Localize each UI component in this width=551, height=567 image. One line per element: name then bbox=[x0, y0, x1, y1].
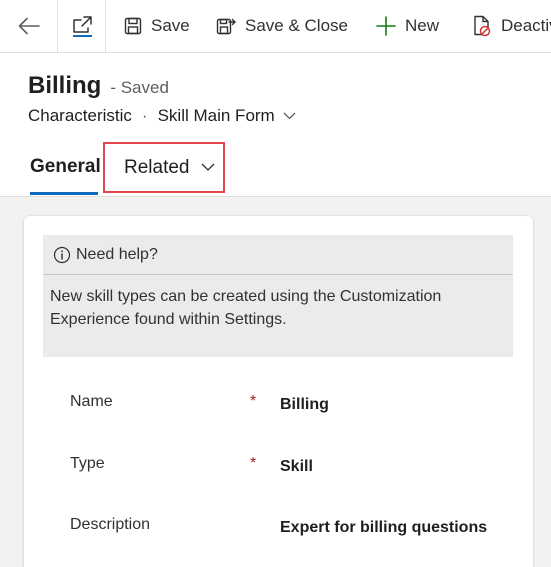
tab-related-label: Related bbox=[124, 156, 190, 178]
field-label: Description bbox=[70, 516, 151, 533]
popout-icon bbox=[72, 16, 92, 37]
required-indicator: * bbox=[250, 393, 257, 410]
save-close-icon bbox=[216, 18, 236, 35]
back-button[interactable] bbox=[0, 0, 57, 52]
tab-list: General Related bbox=[0, 142, 551, 197]
field-description: Description Expert for billing questions bbox=[70, 516, 530, 546]
help-header: Need help? bbox=[43, 235, 513, 275]
field-label: Type bbox=[70, 455, 105, 472]
type-value[interactable]: Skill bbox=[280, 458, 313, 476]
field-label: Name bbox=[70, 393, 113, 410]
tab-general[interactable]: General bbox=[30, 156, 101, 178]
command-bar: Save Save & Close New Deactivate bbox=[0, 0, 551, 53]
help-panel: Need help? New skill types can be create… bbox=[43, 235, 513, 357]
save-and-close-button[interactable]: Save & Close bbox=[216, 0, 348, 52]
entity-name: Characteristic bbox=[28, 106, 132, 125]
new-button[interactable]: New bbox=[376, 0, 439, 52]
help-title: Need help? bbox=[76, 245, 158, 263]
form-selector[interactable]: Skill Main Form bbox=[158, 106, 296, 126]
help-text: New skill types can be created using the… bbox=[50, 288, 442, 328]
record-subheader: Characteristic · Skill Main Form bbox=[28, 106, 296, 126]
info-icon bbox=[53, 246, 71, 263]
field-name: Name * Billing bbox=[70, 393, 530, 423]
form-name: Skill Main Form bbox=[157, 106, 275, 125]
save-icon bbox=[124, 17, 142, 35]
record-title: Billing bbox=[28, 72, 102, 99]
arrow-left-icon bbox=[18, 17, 40, 35]
field-type: Type * Skill bbox=[70, 455, 530, 485]
save-status: - Saved bbox=[110, 78, 169, 97]
save-label: Save bbox=[151, 16, 190, 35]
chevron-down-icon bbox=[283, 112, 296, 120]
deactivate-label: Deactivate bbox=[501, 16, 551, 35]
deactivate-button[interactable]: Deactivate bbox=[472, 0, 551, 52]
open-in-new-window-button[interactable] bbox=[57, 0, 106, 52]
tab-related[interactable]: Related bbox=[103, 142, 225, 193]
save-button[interactable]: Save bbox=[124, 0, 190, 52]
new-label: New bbox=[405, 16, 440, 35]
separator: · bbox=[141, 106, 148, 125]
selected-tab-indicator bbox=[30, 192, 98, 195]
save-close-label: Save & Close bbox=[245, 16, 348, 35]
plus-icon bbox=[376, 16, 396, 36]
required-indicator: * bbox=[250, 455, 257, 472]
chevron-down-icon bbox=[201, 163, 214, 171]
record-header: Billing - Saved bbox=[28, 72, 169, 100]
description-value[interactable]: Expert for billing questions bbox=[280, 519, 487, 537]
deactivate-icon bbox=[474, 15, 491, 37]
name-value[interactable]: Billing bbox=[280, 396, 329, 414]
